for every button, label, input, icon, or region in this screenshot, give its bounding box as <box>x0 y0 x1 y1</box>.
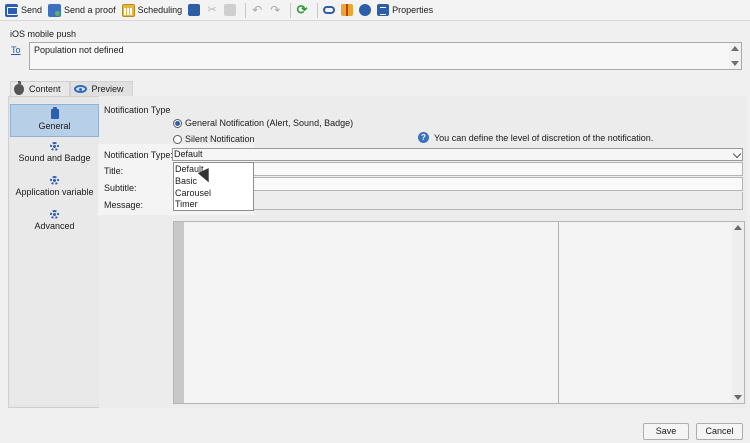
cut-icon: ✂ <box>207 4 217 16</box>
message-editor[interactable] <box>173 221 745 404</box>
to-link[interactable]: To <box>11 45 21 55</box>
personalization-icon <box>359 4 372 16</box>
scroll-down-icon[interactable] <box>731 61 739 66</box>
scroll-up-icon[interactable] <box>734 225 742 230</box>
content-tabs: Content Preview <box>10 80 133 96</box>
population-text: Population not defined <box>34 45 124 55</box>
tab-content[interactable]: Content <box>10 80 70 96</box>
editor-scrollbar[interactable] <box>732 222 744 403</box>
calendar-icon <box>121 3 135 17</box>
subtitle-label: Subtitle: <box>104 183 137 193</box>
population-field: Population not defined <box>29 42 742 70</box>
undo-icon: ↶ <box>252 3 263 17</box>
apple-icon <box>14 80 24 95</box>
title-label: Title: <box>104 166 124 176</box>
nav-general[interactable]: General <box>10 104 99 137</box>
info-message: ? You can define the level of discretion… <box>418 132 653 143</box>
chevron-down-icon[interactable] <box>732 149 742 159</box>
notification-type-select[interactable]: Default <box>172 148 743 161</box>
gear-icon <box>50 142 59 151</box>
dropdown-option-default[interactable]: Default <box>174 163 253 175</box>
gift-icon <box>341 4 354 16</box>
editor-splitter[interactable] <box>558 222 559 403</box>
undo-button[interactable]: ↶ <box>250 2 268 19</box>
radio-general-notification[interactable]: General Notification (Alert, Sound, Badg… <box>173 118 353 128</box>
eye-icon <box>73 85 87 93</box>
redo-icon: ↷ <box>270 3 281 17</box>
radio-unselected-icon <box>173 134 182 144</box>
cancel-button[interactable]: Cancel <box>696 423 743 440</box>
message-toolbar <box>252 192 743 210</box>
link-button[interactable] <box>322 2 340 19</box>
dropdown-option-timer[interactable]: Timer <box>174 198 253 210</box>
toolbar-separator <box>317 2 319 18</box>
send-button[interactable]: Send <box>4 2 47 19</box>
redo-button[interactable]: ↷ <box>268 2 286 19</box>
tab-preview[interactable]: Preview <box>69 81 133 96</box>
nav-advanced[interactable]: Advanced <box>10 210 99 238</box>
notification-type-label: Notification Type: <box>104 150 173 160</box>
population-scrollbar[interactable] <box>729 43 741 69</box>
copy-button[interactable] <box>187 2 205 19</box>
radio-selected-icon <box>173 118 182 128</box>
refresh-icon: ⟳ <box>296 2 308 17</box>
send-icon <box>5 3 18 17</box>
offer-button[interactable] <box>340 2 358 19</box>
radio-silent-notification[interactable]: Silent Notification <box>173 134 255 144</box>
paste-icon <box>224 4 237 16</box>
copy-icon <box>188 4 201 16</box>
paste-button[interactable] <box>223 2 241 19</box>
gear-icon <box>50 210 59 219</box>
main-toolbar: Send Send a proof Scheduling ✂ ↶ ↷ ⟳ Pro… <box>0 0 750 21</box>
link-icon <box>323 6 336 14</box>
properties-button[interactable]: Properties <box>376 2 438 19</box>
refresh-button[interactable]: ⟳ <box>295 2 313 19</box>
notification-type-heading: Notification Type <box>104 105 171 115</box>
save-button[interactable]: Save <box>643 423 689 440</box>
properties-icon <box>377 4 390 16</box>
send-proof-button[interactable]: Send a proof <box>47 2 121 19</box>
gear-icon <box>50 176 59 185</box>
editor-gutter <box>174 222 184 403</box>
message-label: Message: <box>104 200 144 210</box>
subtitle-input[interactable] <box>252 177 743 191</box>
scheduling-button[interactable]: Scheduling <box>121 2 188 19</box>
personalize-button[interactable] <box>358 2 376 19</box>
scroll-up-icon[interactable] <box>731 46 739 51</box>
dropdown-option-carousel[interactable]: Carousel <box>174 187 253 199</box>
nav-sound-and-badge[interactable]: Sound and Badge <box>10 142 99 170</box>
title-input[interactable] <box>252 162 743 176</box>
scroll-down-icon[interactable] <box>734 395 742 400</box>
send-proof-icon <box>48 3 62 17</box>
help-icon: ? <box>418 132 429 143</box>
left-navigation: General Sound and Badge Application vari… <box>10 103 99 404</box>
dropdown-option-basic[interactable]: Basic <box>174 175 253 187</box>
cut-button[interactable]: ✂ <box>205 2 223 19</box>
notification-type-dropdown: Default Basic Carousel Timer <box>173 162 254 211</box>
nav-application-variable[interactable]: Application variable <box>10 176 99 204</box>
section-title: iOS mobile push <box>10 29 77 39</box>
toolbar-separator <box>245 2 247 18</box>
general-icon <box>50 107 59 119</box>
toolbar-separator <box>290 2 292 18</box>
